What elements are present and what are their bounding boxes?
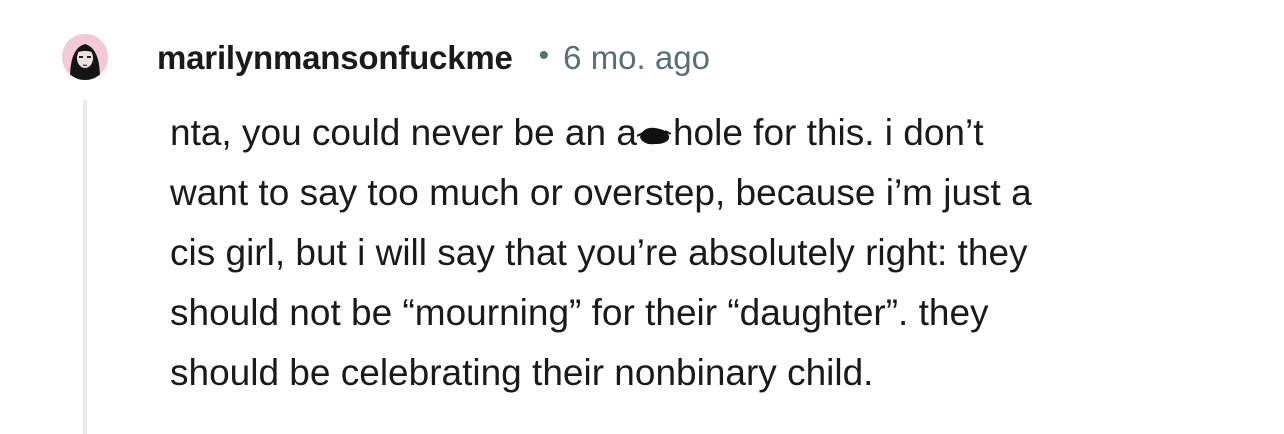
user-avatar-icon[interactable] bbox=[62, 34, 108, 80]
comment-line: should be celebrating their nonbinary ch… bbox=[170, 352, 874, 393]
redaction-scribble-icon bbox=[636, 123, 671, 147]
thread-collapse-line[interactable] bbox=[83, 100, 87, 434]
comment-header: marilynmansonfuckme • 6 mo. ago bbox=[157, 38, 710, 78]
timestamp-link[interactable]: 6 mo. ago bbox=[563, 39, 710, 77]
comment-line: should not be “mourning” for their “daug… bbox=[170, 292, 989, 333]
comment-line: cis girl, but i will say that you’re abs… bbox=[170, 232, 1028, 273]
comment-line: nta, you could never be an a hole for thi… bbox=[170, 103, 1250, 163]
comment-body: nta, you could never be an a hole for thi… bbox=[170, 103, 1250, 403]
comment-text-before-redaction: nta, you could never be an a bbox=[170, 112, 637, 153]
comment-line: want to say too much or overstep, becaus… bbox=[170, 172, 1032, 213]
username-link[interactable]: marilynmansonfuckme bbox=[157, 39, 513, 77]
comment-text-after-redaction: hole for this. i don’t bbox=[672, 112, 984, 153]
comment: marilynmansonfuckme • 6 mo. ago nta, you… bbox=[0, 0, 1284, 434]
meta-separator: • bbox=[538, 39, 550, 72]
